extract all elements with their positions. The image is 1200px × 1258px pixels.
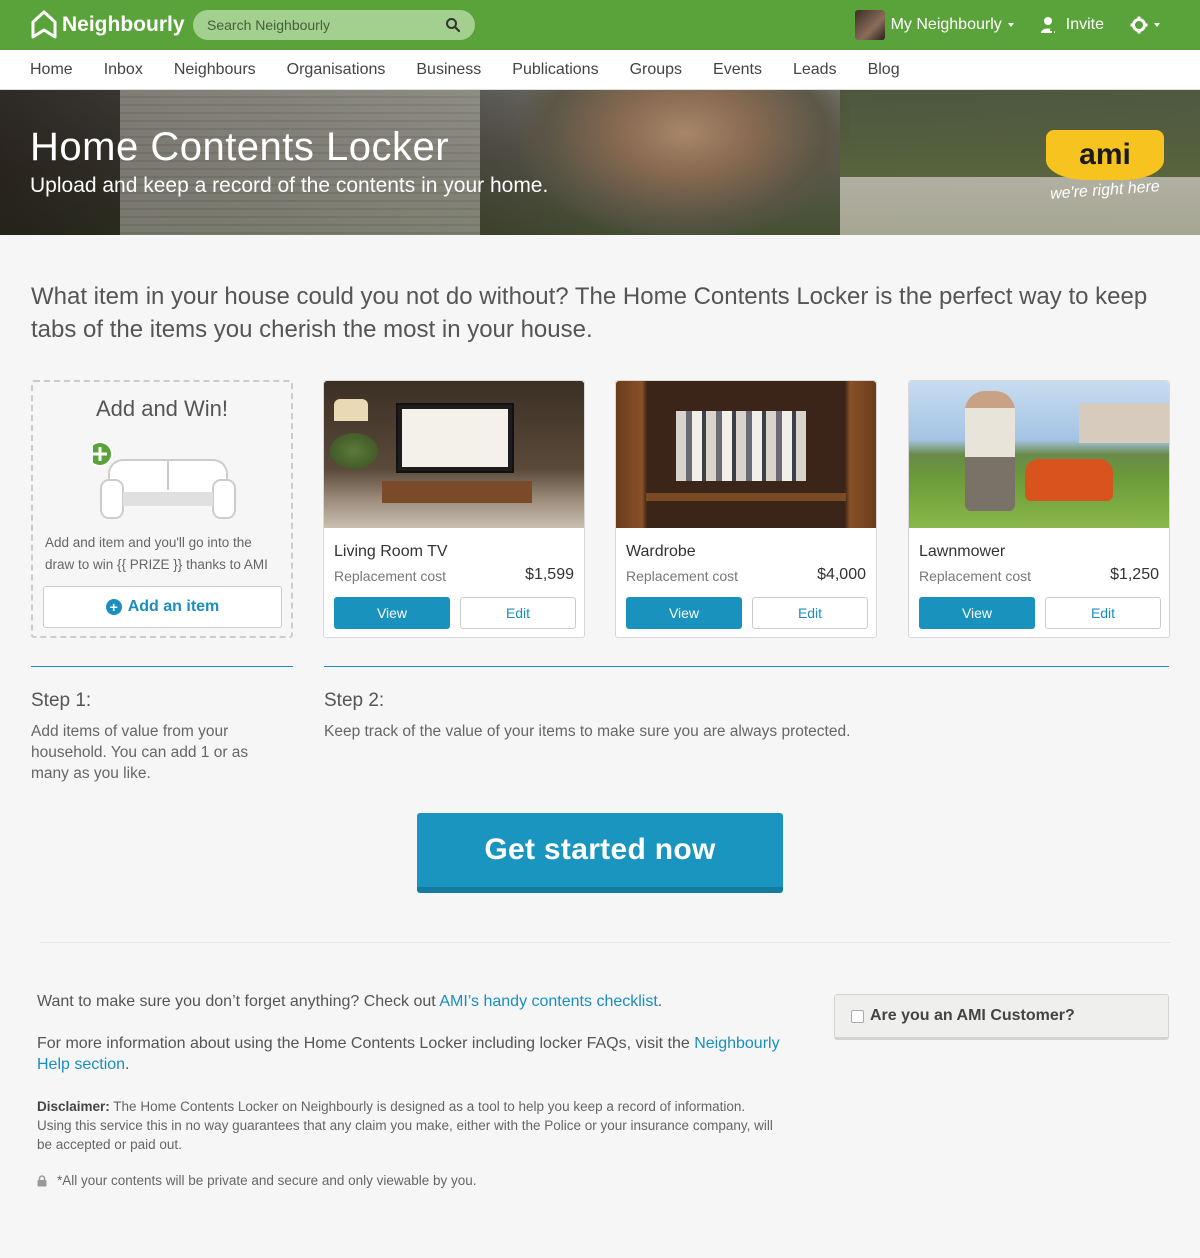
nav-business[interactable]: Business <box>416 61 481 79</box>
add-item-label: Add an item <box>127 598 220 615</box>
avatar <box>854 10 885 40</box>
disclaimer: Disclaimer: The Home Contents Locker on … <box>37 1097 777 1154</box>
nav-home[interactable]: Home <box>30 61 73 79</box>
main-nav: Home Inbox Neighbours Organisations Busi… <box>0 50 1200 90</box>
page-subtitle: Upload and keep a record of the contents… <box>30 174 549 197</box>
ami-logo: ami we're right here <box>1046 130 1164 203</box>
disclaimer-text: The Home Contents Locker on Neighbourly … <box>37 1099 773 1152</box>
add-user-icon <box>1040 17 1056 33</box>
replacement-cost-label: Replacement cost <box>334 568 447 584</box>
item-price: $4,000 <box>817 566 866 583</box>
account-label: My Neighbourly <box>890 16 1002 33</box>
ami-customer-label: Are you an AMI Customer? <box>870 1007 1075 1024</box>
edit-button[interactable]: Edit <box>752 597 868 629</box>
hero-banner: Home Contents Locker Upload and keep a r… <box>0 90 1200 235</box>
add-item-button[interactable]: + Add an item <box>43 586 282 628</box>
checklist-link[interactable]: AMI’s handy contents checklist <box>439 993 657 1010</box>
item-card: Living Room TV Replacement cost $1,599 V… <box>323 380 585 638</box>
edit-button[interactable]: Edit <box>1045 597 1161 629</box>
item-price: $1,250 <box>1110 566 1159 583</box>
nav-groups[interactable]: Groups <box>630 61 682 79</box>
top-right-menu: My Neighbourly Invite <box>854 0 1160 50</box>
item-name: Wardrobe <box>626 543 696 560</box>
ami-customer-checkbox[interactable] <box>851 1009 864 1023</box>
invite-label: Invite <box>1065 16 1104 33</box>
step-2-divider <box>324 666 1169 667</box>
gear-icon <box>1130 16 1148 34</box>
hero-person-image <box>520 90 850 235</box>
lawnmower-image <box>909 381 1169 528</box>
ami-customer-toggle[interactable]: Are you an AMI Customer? <box>834 994 1169 1040</box>
section-divider <box>40 942 1170 943</box>
search-icon[interactable] <box>445 17 461 33</box>
checklist-paragraph: Want to make sure you don’t forget anyth… <box>37 993 663 1010</box>
item-card: Wardrobe Replacement cost $4,000 View Ed… <box>615 380 877 638</box>
my-neighbourly-menu[interactable]: My Neighbourly <box>854 10 1014 40</box>
edit-button[interactable]: Edit <box>460 597 576 629</box>
lock-icon <box>37 1174 47 1186</box>
view-button[interactable]: View <box>626 597 742 629</box>
neighbourly-logo[interactable]: Neighbourly <box>30 10 185 40</box>
item-price: $1,599 <box>525 566 574 583</box>
step-1-heading: Step 1: <box>31 690 92 711</box>
page-title: Home Contents Locker <box>30 125 450 169</box>
house-logo-icon <box>31 10 57 39</box>
replacement-cost-label: Replacement cost <box>919 568 1032 584</box>
nav-events[interactable]: Events <box>713 61 762 79</box>
ami-logo-mark: ami <box>1046 130 1164 180</box>
item-name: Living Room TV <box>334 543 448 560</box>
intro-text: What item in your house could you not do… <box>31 283 1148 343</box>
tv-image <box>324 381 584 528</box>
privacy-note: *All your contents will be private and s… <box>37 1173 476 1188</box>
item-name: Lawnmower <box>919 543 1006 560</box>
disclaimer-label: Disclaimer: <box>37 1099 110 1114</box>
item-card: Lawnmower Replacement cost $1,250 View E… <box>908 380 1170 638</box>
nav-inbox[interactable]: Inbox <box>104 61 143 79</box>
search-input[interactable] <box>207 17 445 33</box>
sofa-icon <box>93 442 236 519</box>
top-bar: Neighbourly My Neighbourly Invite <box>0 0 1200 50</box>
privacy-text: *All your contents will be private and s… <box>57 1173 477 1188</box>
nav-publications[interactable]: Publications <box>512 61 598 79</box>
invite-button[interactable]: Invite <box>1040 16 1104 34</box>
nav-leads[interactable]: Leads <box>793 61 837 79</box>
get-started-button[interactable]: Get started now <box>417 813 783 893</box>
add-card-description: Add and item and you'll go into the draw… <box>45 535 268 572</box>
view-button[interactable]: View <box>919 597 1035 629</box>
add-card-title: Add and Win! <box>95 396 229 421</box>
help-paragraph: For more information about using the Hom… <box>37 1035 780 1073</box>
step-2-text: Keep track of the value of your items to… <box>324 723 851 740</box>
search-box[interactable] <box>193 10 475 40</box>
nav-neighbours[interactable]: Neighbours <box>174 61 256 79</box>
nav-blog[interactable]: Blog <box>868 61 900 79</box>
add-and-win-card: Add and Win! Add and item and you'll go … <box>31 380 293 638</box>
view-button[interactable]: View <box>334 597 450 629</box>
chevron-down-icon <box>1007 23 1014 27</box>
replacement-cost-label: Replacement cost <box>626 568 739 584</box>
step-1-divider <box>31 666 293 667</box>
chevron-down-icon <box>1154 23 1160 27</box>
settings-menu[interactable] <box>1130 16 1160 34</box>
plus-circle-icon: + <box>105 599 122 615</box>
logo-text: Neighbourly <box>62 13 185 36</box>
wardrobe-image <box>616 381 876 528</box>
step-1-text: Add items of value from your household. … <box>31 723 249 782</box>
step-2-heading: Step 2: <box>324 690 385 711</box>
nav-organisations[interactable]: Organisations <box>287 61 386 79</box>
